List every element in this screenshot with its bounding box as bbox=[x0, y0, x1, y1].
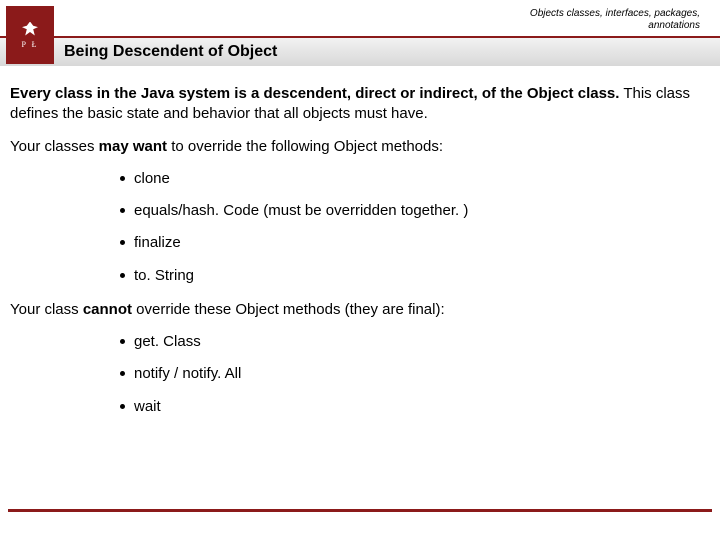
list-item: get. Class bbox=[120, 332, 710, 352]
p3-a: Your class bbox=[10, 301, 83, 318]
breadcrumb-line2: annotations bbox=[530, 20, 700, 32]
final-list: get. Class notify / notify. All wait bbox=[120, 332, 710, 417]
page-title: Being Descendent of Object bbox=[64, 43, 277, 61]
paragraph-2: Your classes may want to override the fo… bbox=[10, 137, 710, 157]
list-item: clone bbox=[120, 169, 710, 189]
list-item: equals/hash. Code (must be overridden to… bbox=[120, 201, 710, 221]
p2-b: to override the following Object methods… bbox=[167, 138, 443, 155]
title-bar: Being Descendent of Object bbox=[0, 38, 720, 66]
p2-bold: may want bbox=[99, 138, 167, 155]
p3-bold: cannot bbox=[83, 301, 132, 318]
p3-b: override these Object methods (they are … bbox=[132, 301, 445, 318]
footer-rule bbox=[8, 509, 712, 512]
eagle-icon bbox=[22, 22, 38, 36]
list-item: to. String bbox=[120, 266, 710, 286]
paragraph-3: Your class cannot override these Object … bbox=[10, 300, 710, 320]
slide-content: Every class in the Java system is a desc… bbox=[0, 70, 720, 441]
list-item: finalize bbox=[120, 233, 710, 253]
p1-bold: Every class in the Java system is a desc… bbox=[10, 85, 619, 102]
override-list: clone equals/hash. Code (must be overrid… bbox=[120, 169, 710, 286]
breadcrumb: Objects classes, interfaces, packages, a… bbox=[530, 8, 700, 32]
list-item: wait bbox=[120, 397, 710, 417]
paragraph-1: Every class in the Java system is a desc… bbox=[10, 84, 710, 125]
slide-header: P Ł Objects classes, interfaces, package… bbox=[0, 0, 720, 70]
breadcrumb-line1: Objects classes, interfaces, packages, bbox=[530, 8, 700, 20]
list-item: notify / notify. All bbox=[120, 364, 710, 384]
logo-letters: P Ł bbox=[21, 40, 38, 49]
p2-a: Your classes bbox=[10, 138, 99, 155]
university-logo: P Ł bbox=[6, 6, 54, 64]
